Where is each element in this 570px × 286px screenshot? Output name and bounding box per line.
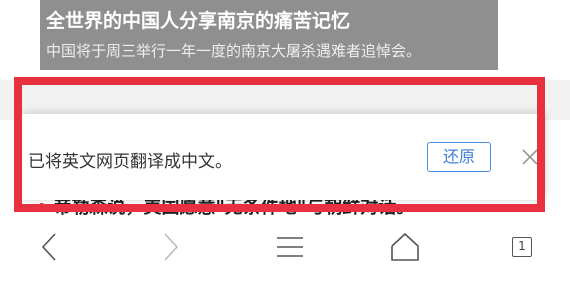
tab-count-badge: 1 — [512, 237, 532, 257]
bottom-navigation-bar: 1 — [0, 222, 570, 286]
forward-button[interactable] — [150, 230, 190, 264]
home-button[interactable] — [385, 230, 425, 264]
back-button[interactable] — [30, 230, 70, 264]
menu-icon — [277, 237, 303, 257]
tabs-button[interactable]: 1 — [502, 230, 542, 264]
chevron-left-icon — [41, 233, 56, 261]
annotation-highlight-frame — [14, 77, 545, 212]
article-subheadline: 中国将于周三举行一年一度的南京大屠杀遇难者追悼会。 — [46, 42, 422, 60]
article-hero-banner[interactable]: 全世界的中国人分享南京的痛苦记忆 中国将于周三举行一年一度的南京大屠杀遇难者追悼… — [40, 0, 498, 70]
home-icon — [391, 233, 419, 261]
article-headline[interactable]: 全世界的中国人分享南京的痛苦记忆 — [46, 6, 350, 33]
chevron-right-icon — [164, 233, 179, 261]
menu-button[interactable] — [270, 230, 310, 264]
